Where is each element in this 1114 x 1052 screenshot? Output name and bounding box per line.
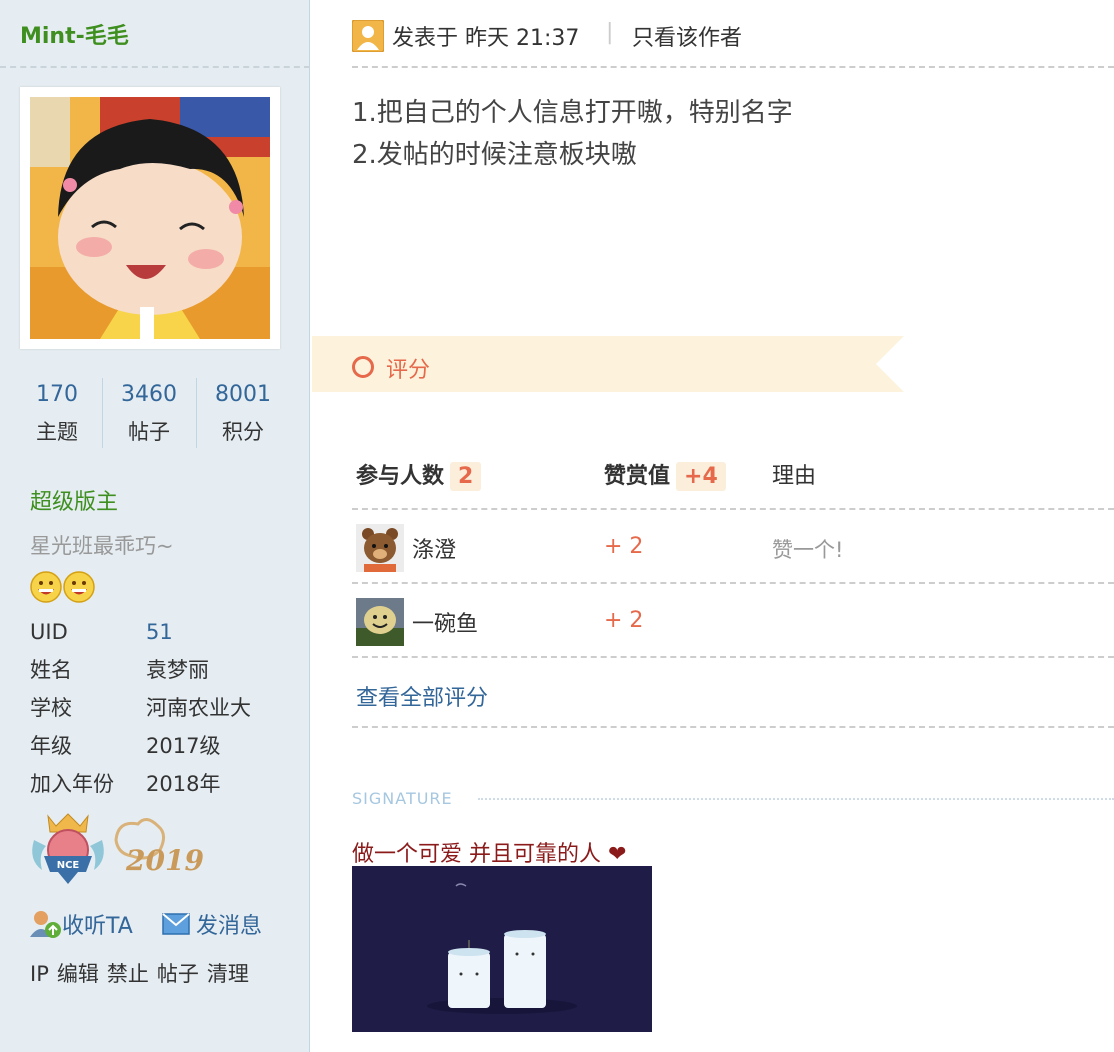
post-line: 1.把自己的个人信息打开嗷，特别名字 (352, 98, 793, 128)
admin-link-clean[interactable]: 清理 (207, 962, 249, 986)
rater-name[interactable]: 一碗鱼 (412, 606, 478, 638)
only-author-link[interactable]: 只看该作者 (632, 20, 742, 52)
svg-text:NCE: NCE (57, 860, 80, 871)
view-all-ratings-link[interactable]: 查看全部评分 (356, 680, 488, 712)
signature-divider (478, 798, 1114, 800)
info-key: UID (30, 620, 68, 644)
stat-credits[interactable]: 8001 积分 (196, 376, 290, 450)
follow-label[interactable]: 收听TA (62, 914, 133, 939)
score-label: 赞赏值 (604, 464, 671, 489)
score-header: 赞赏值 +4 (604, 458, 726, 491)
smiley-icon (30, 571, 95, 603)
info-key: 年级 (30, 734, 72, 758)
rater-name[interactable]: 涤澄 (412, 532, 456, 564)
rating-divider (352, 726, 1114, 728)
rater-avatar-fish[interactable] (356, 598, 404, 646)
author-sidebar: Mint-毛毛 170 主题 3460 帖子 8001 积分 超级版主 星光班最… (0, 0, 310, 1052)
admin-link-edit[interactable]: 编辑 (57, 962, 99, 986)
info-key: 学校 (30, 696, 72, 720)
stat-threads[interactable]: 170 主题 (10, 376, 104, 450)
info-key: 加入年份 (30, 772, 114, 796)
medal-icons: NCE 2019 (32, 813, 204, 884)
score-total-badge: +4 (676, 462, 726, 491)
avatar-image (30, 97, 270, 339)
info-value: 袁梦丽 (146, 658, 209, 682)
header-divider (352, 66, 1114, 68)
info-value: 河南农业大 (146, 696, 251, 720)
rating-divider (352, 508, 1114, 510)
participants-label: 参与人数 (356, 464, 445, 489)
info-value: 2017级 (146, 734, 221, 758)
candles-image (352, 866, 652, 1032)
user-group[interactable]: 超级版主 (30, 484, 118, 516)
stat-threads-value[interactable]: 170 (10, 376, 104, 414)
message-label[interactable]: 发消息 (196, 914, 262, 939)
send-message-button[interactable]: 发消息 (162, 908, 262, 940)
reason-header: 理由 (772, 464, 817, 489)
sidebar-divider (0, 66, 310, 68)
rating-divider (352, 582, 1114, 584)
admin-links: IP 编辑 禁止 帖子 清理 (30, 958, 257, 988)
author-username[interactable]: Mint-毛毛 (20, 18, 129, 50)
admin-link-ip[interactable]: IP (30, 962, 49, 986)
stat-posts-label: 帖子 (128, 420, 170, 444)
rater-score: + 2 (604, 534, 644, 559)
user-online-icon (352, 20, 384, 52)
signature-image (352, 866, 652, 1036)
follow-icon (30, 911, 61, 938)
post-content: 1.把自己的个人信息打开嗷，特别名字 2.发帖的时候注意板块嗷 (352, 92, 793, 176)
follow-button[interactable]: 收听TA (30, 908, 133, 940)
header-separator: | (606, 20, 614, 45)
info-key: 姓名 (30, 658, 72, 682)
stat-threads-label: 主题 (36, 420, 78, 444)
post-timestamp: 发表于 昨天 21:37 (392, 26, 580, 51)
year-2019-medal-icon: 2019 (114, 818, 204, 877)
stat-posts[interactable]: 3460 帖子 (102, 376, 196, 450)
medals: NCE 2019 (28, 810, 208, 890)
rater-reason: 赞一个! (772, 538, 844, 562)
rating-divider (352, 656, 1114, 658)
rank-stars (30, 570, 96, 608)
rater-avatar-bear[interactable] (356, 524, 404, 572)
user-motto: 星光班最乖巧~ (30, 534, 174, 558)
rater-score: + 2 (604, 608, 644, 633)
admin-link-posts[interactable]: 帖子 (157, 962, 199, 986)
svg-text:2019: 2019 (125, 844, 204, 877)
signature-label: SIGNATURE (352, 789, 453, 808)
signature-text: 做一个可爱 并且可靠的人 ❤ (352, 842, 627, 867)
rating-title: 评分 (386, 358, 431, 383)
post-line: 2.发帖的时候注意板块嗷 (352, 140, 637, 170)
author-stats: 170 主题 3460 帖子 8001 积分 (10, 376, 298, 450)
author-avatar[interactable] (20, 87, 280, 349)
stat-credits-value[interactable]: 8001 (196, 376, 290, 414)
info-value: 2018年 (146, 772, 221, 796)
stat-credits-label: 积分 (222, 420, 264, 444)
participants-count-badge: 2 (450, 462, 482, 491)
info-value-uid[interactable]: 51 (146, 614, 173, 650)
stat-posts-value[interactable]: 3460 (102, 376, 196, 414)
mail-icon (162, 913, 190, 935)
admin-link-ban[interactable]: 禁止 (107, 962, 149, 986)
nce-medal-icon: NCE (32, 813, 104, 884)
participants-header: 参与人数 2 (356, 458, 482, 491)
rating-circle-icon (352, 356, 374, 378)
